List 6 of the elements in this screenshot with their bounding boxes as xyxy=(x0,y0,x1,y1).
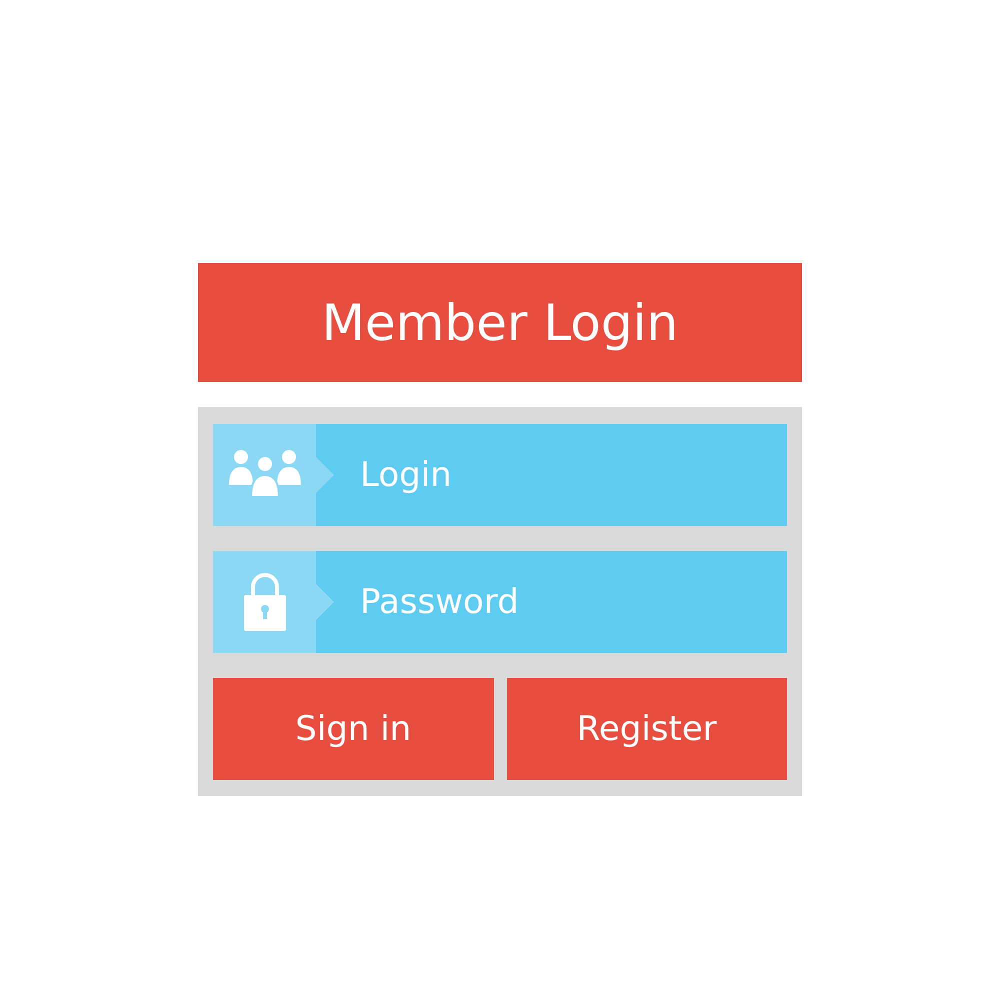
password-field[interactable]: Password xyxy=(334,551,787,653)
login-field[interactable]: Login xyxy=(334,424,787,526)
register-button[interactable]: Register xyxy=(506,678,787,780)
padlock-icon xyxy=(242,571,288,633)
sign-in-button[interactable]: Sign in xyxy=(213,678,494,780)
form-title: Member Login xyxy=(198,263,802,382)
